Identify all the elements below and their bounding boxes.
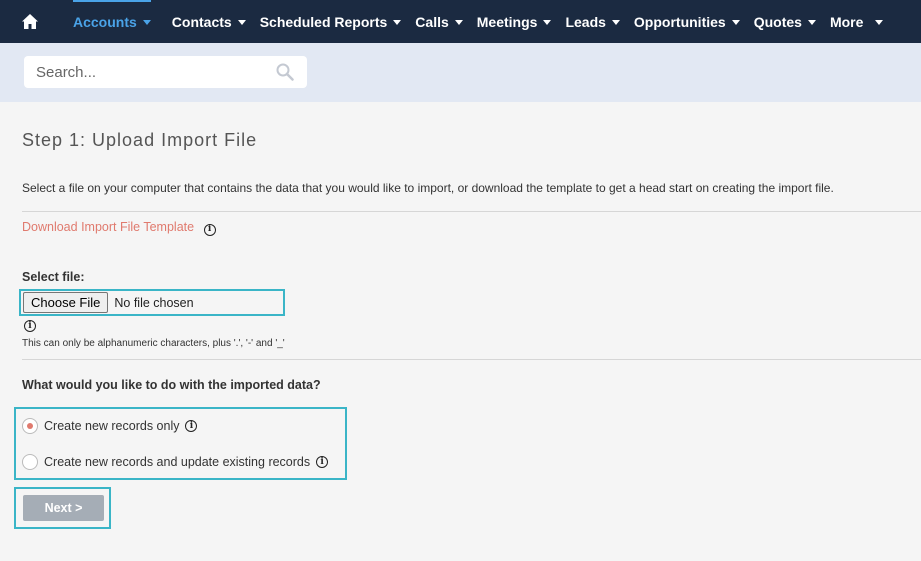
- info-icon[interactable]: i: [203, 223, 216, 236]
- nav-item-scheduled-reports[interactable]: Scheduled Reports: [260, 0, 402, 43]
- download-template-row: Download Import File Template i: [22, 220, 216, 236]
- next-button-highlight: Next >: [14, 487, 111, 529]
- chevron-down-icon: [237, 20, 246, 25]
- nav-item-more[interactable]: More: [830, 0, 884, 43]
- chevron-down-icon: [454, 20, 463, 25]
- nav-item-calls[interactable]: Calls: [415, 0, 463, 43]
- nav-item-accounts[interactable]: Accounts: [73, 0, 151, 43]
- import-action-radio-group: Create new records only i Create new rec…: [14, 407, 347, 480]
- option-create-only[interactable]: Create new records only i: [22, 418, 198, 434]
- chevron-down-icon: [807, 20, 816, 25]
- chevron-down-icon: [731, 20, 740, 25]
- choose-file-button[interactable]: Choose File: [23, 292, 109, 313]
- info-icon[interactable]: i: [24, 320, 36, 332]
- no-file-chosen-text: No file chosen: [114, 295, 194, 310]
- chevron-down-icon: [611, 20, 620, 25]
- top-navigation-bar: Accounts Contacts Scheduled Reports Call…: [0, 0, 921, 43]
- home-icon: [21, 14, 38, 29]
- info-icon[interactable]: i: [316, 456, 329, 468]
- file-name-note: This can only be alphanumeric characters…: [22, 338, 285, 349]
- import-action-question: What would you like to do with the impor…: [22, 378, 321, 392]
- info-icon[interactable]: i: [185, 420, 198, 432]
- chevron-down-icon: [543, 20, 552, 25]
- select-file-label: Select file:: [22, 270, 85, 284]
- chevron-down-icon: [142, 20, 151, 25]
- search-band: [0, 43, 921, 102]
- home-button[interactable]: [0, 0, 59, 43]
- divider: [22, 359, 921, 360]
- nav-item-opportunities[interactable]: Opportunities: [634, 0, 740, 43]
- search-box: [24, 56, 307, 88]
- next-button[interactable]: Next >: [23, 495, 104, 521]
- nav-item-leads[interactable]: Leads: [565, 0, 620, 43]
- download-template-link[interactable]: Download Import File Template: [22, 220, 194, 234]
- option-create-and-update[interactable]: Create new records and update existing r…: [22, 454, 329, 470]
- file-input[interactable]: Choose File No file chosen: [19, 289, 285, 316]
- nav-item-quotes[interactable]: Quotes: [754, 0, 816, 43]
- search-icon[interactable]: [276, 63, 294, 81]
- chevron-down-icon: [393, 20, 402, 25]
- nav-item-contacts[interactable]: Contacts: [172, 0, 246, 43]
- page-description: Select a file on your computer that cont…: [22, 181, 834, 195]
- nav-item-meetings[interactable]: Meetings: [477, 0, 552, 43]
- chevron-down-icon: [875, 20, 884, 25]
- radio-create-and-update[interactable]: [22, 454, 38, 470]
- divider: [22, 211, 921, 212]
- search-input[interactable]: [24, 63, 264, 81]
- page-title: Step 1: Upload Import File: [22, 130, 258, 150]
- radio-create-only[interactable]: [22, 418, 38, 434]
